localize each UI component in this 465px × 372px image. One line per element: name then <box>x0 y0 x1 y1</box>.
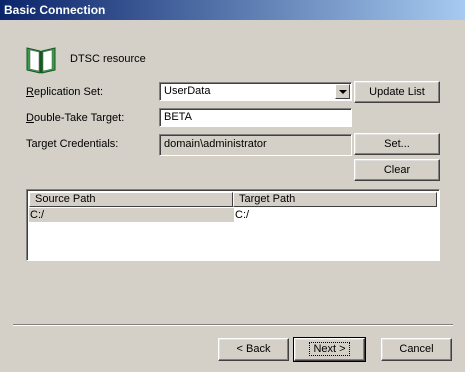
double-take-target-input[interactable]: BETA <box>159 108 352 127</box>
column-header-target-path[interactable]: Target Path <box>233 192 437 207</box>
double-take-target-label-rest: ouble-Take Target: <box>33 112 125 124</box>
separator <box>13 324 453 326</box>
target-credentials-label: Target Credentials: <box>26 138 119 150</box>
target-credentials-field: domain\administrator <box>159 134 352 156</box>
back-label: < Back <box>236 343 271 355</box>
chevron-down-icon[interactable] <box>335 84 350 99</box>
set-credentials-button[interactable]: Set... <box>354 133 440 155</box>
window-title: Basic Connection <box>4 3 106 17</box>
book-icon <box>26 47 56 74</box>
next-button[interactable]: Next > <box>293 337 366 362</box>
path-list[interactable]: Source Path Target Path C:/ C:/ <box>26 189 440 261</box>
replication-set-select[interactable]: UserData <box>159 82 352 101</box>
resource-label: DTSC resource <box>70 53 146 65</box>
cancel-button[interactable]: Cancel <box>381 338 452 361</box>
table-row[interactable]: C:/ C:/ <box>29 208 437 222</box>
source-path-cell: C:/ <box>29 208 234 222</box>
update-list-button[interactable]: Update List <box>354 81 440 103</box>
column-header-source-path[interactable]: Source Path <box>29 192 233 207</box>
back-button[interactable]: < Back <box>218 338 289 361</box>
title-bar: Basic Connection <box>0 0 465 20</box>
replication-set-value: UserData <box>164 85 211 97</box>
target-path-cell: C:/ <box>235 209 250 221</box>
double-take-target-label: Double-Take Target: <box>26 112 125 124</box>
replication-set-label: Replication Set: <box>26 86 104 98</box>
clear-credentials-button[interactable]: Clear <box>354 159 440 181</box>
next-label: Next > <box>309 342 350 356</box>
replication-set-label-rest: eplication Set: <box>33 86 104 98</box>
